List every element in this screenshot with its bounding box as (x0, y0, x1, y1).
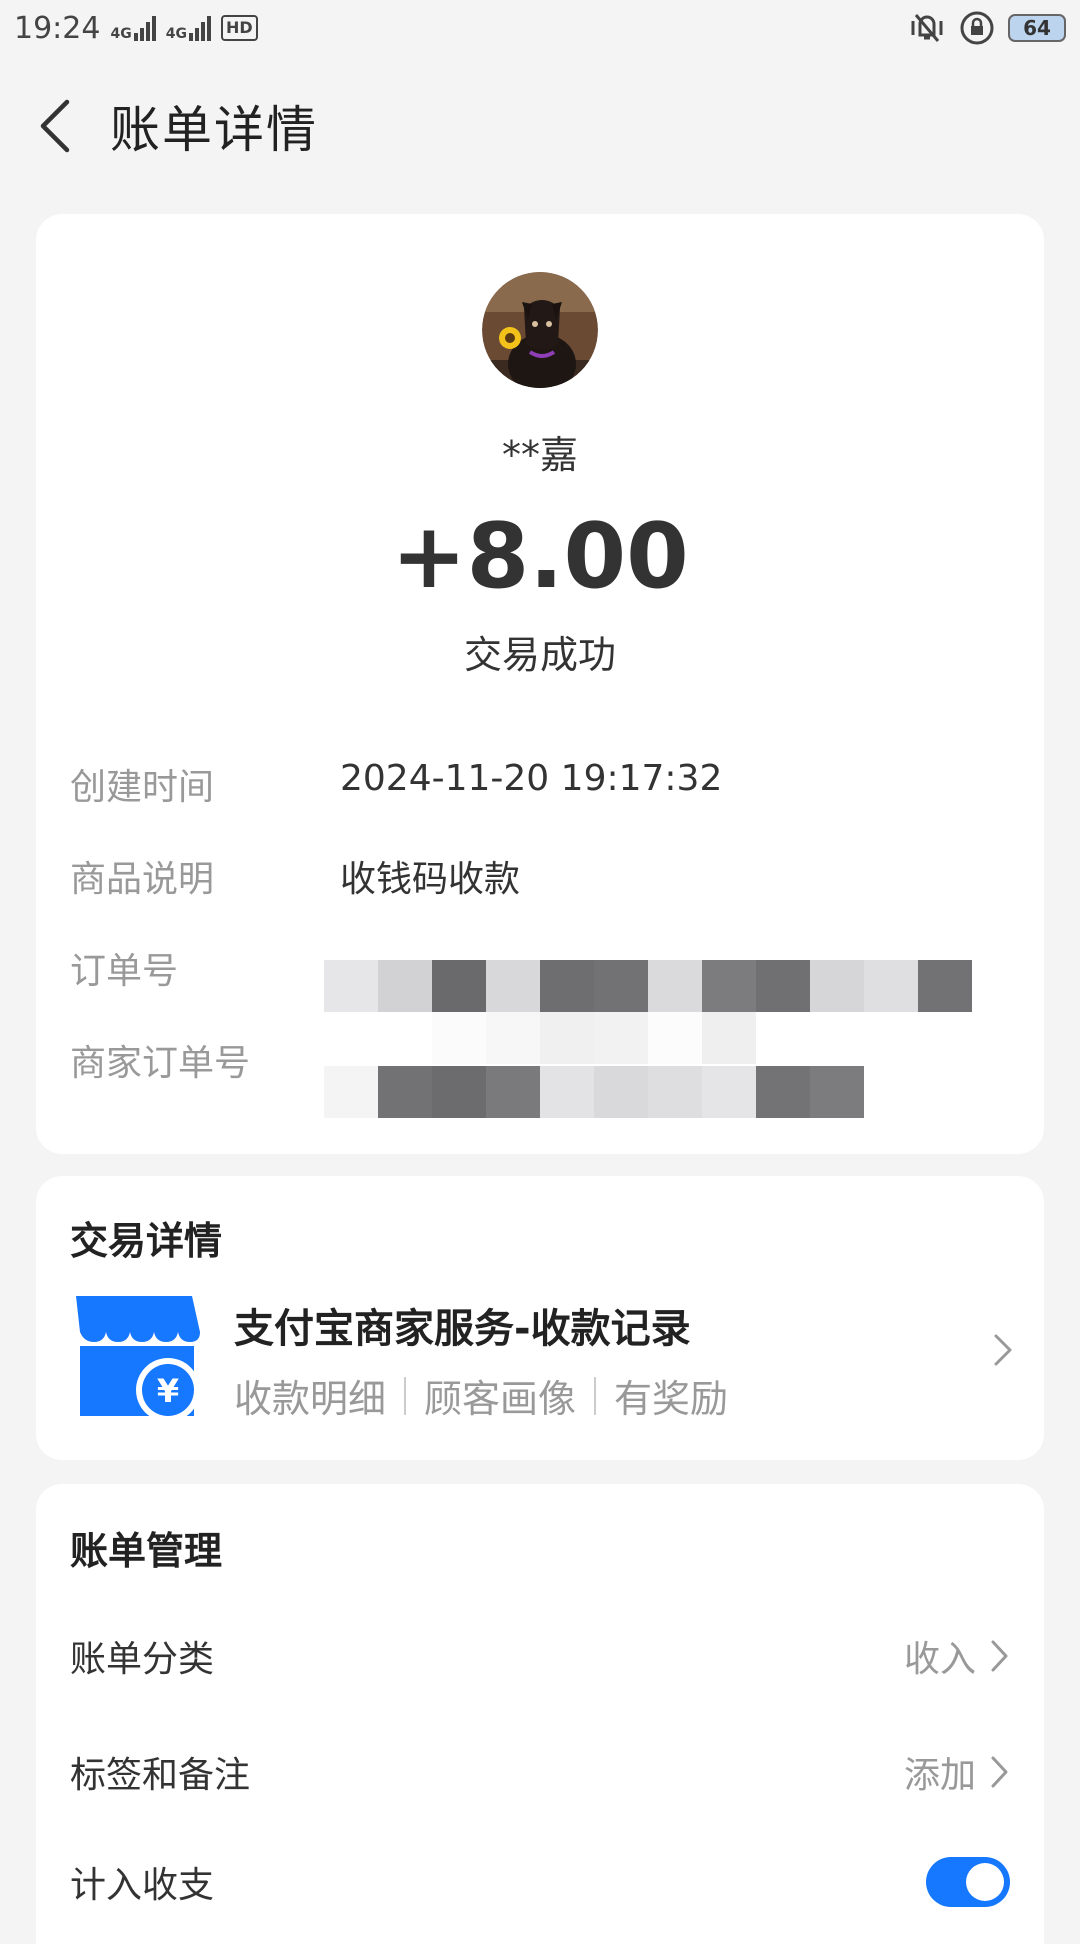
signal-label-1: 4G (110, 26, 132, 42)
trade-details-card: 交易详情 ¥ 支付宝商家服务-收款记录 收款明细 顾客画像 有奖励 (36, 1176, 1044, 1460)
merchant-order-number-label: 商家订单号 (70, 1043, 251, 1084)
created-time-value: 2024-11-20 19:17:32 (340, 758, 723, 799)
tags-notes-label: 标签和备注 (70, 1755, 251, 1796)
status-left: 19:24 4G 4G HD (14, 11, 258, 46)
merchant-service-entry[interactable]: ¥ 支付宝商家服务-收款记录 收款明细 顾客画像 有奖励 (36, 1276, 1044, 1426)
bill-management-card: 账单管理 账单分类 收入 标签和备注 添加 计入收支 (36, 1484, 1044, 1944)
transaction-amount: +8.00 (391, 504, 689, 609)
include-in-stats-toggle[interactable] (926, 1857, 1010, 1907)
link-customer-profile[interactable]: 顾客画像 (424, 1368, 576, 1423)
back-button[interactable] (0, 68, 110, 184)
detail-row-created: 创建时间 2024-11-20 19:17:32 (70, 758, 1030, 818)
signal-label-2: 4G (165, 26, 187, 42)
avatar[interactable] (482, 272, 598, 388)
store-icon: ¥ (68, 1286, 204, 1422)
chevron-right-icon (991, 1640, 1008, 1672)
chevron-right-icon (994, 1334, 1012, 1366)
trade-details-title: 交易详情 (70, 1219, 223, 1263)
order-number-redacted-2 (324, 1012, 756, 1064)
signal-icon: 4G (110, 15, 156, 42)
bill-category-label: 账单分类 (70, 1639, 215, 1680)
signal-icon-2: 4G (166, 15, 211, 41)
status-right: 64 (908, 9, 1066, 47)
created-time-label: 创建时间 (70, 767, 215, 808)
vibrate-icon (908, 9, 946, 47)
status-time: 19:24 (14, 10, 101, 46)
bill-category-value: 收入 (903, 1639, 976, 1680)
goods-description-label: 商品说明 (70, 859, 215, 900)
transaction-status: 交易成功 (463, 633, 616, 677)
tags-notes-value: 添加 (903, 1755, 976, 1796)
payer-name: **嘉 (501, 433, 578, 477)
status-bar: 19:24 4G 4G HD 64 (0, 0, 1080, 56)
link-payment-details[interactable]: 收款明细 (234, 1368, 386, 1423)
divider (404, 1376, 407, 1415)
service-links: 收款明细 顾客画像 有奖励 (234, 1368, 728, 1423)
chevron-right-icon (991, 1756, 1008, 1788)
battery-icon: 64 (1008, 14, 1066, 42)
hd-icon: HD (220, 15, 258, 41)
include-in-stats-row: 计入收支 (70, 1842, 1010, 1922)
bill-category-value-group: 收入 (904, 1630, 1010, 1682)
page-title: 账单详情 (110, 101, 318, 159)
bill-management-title: 账单管理 (70, 1529, 223, 1573)
bill-category-row[interactable]: 账单分类 收入 (70, 1616, 1010, 1696)
nav-bar: 账单详情 (0, 68, 1080, 184)
merchant-order-number-redacted (324, 1066, 864, 1118)
order-number-redacted (324, 960, 972, 1012)
chevron-left-icon (40, 99, 70, 153)
tags-notes-row[interactable]: 标签和备注 添加 (70, 1732, 1010, 1812)
detail-row-goods: 商品说明 收钱码收款 (70, 850, 1030, 910)
link-rewards[interactable]: 有奖励 (614, 1368, 728, 1423)
goods-description-value: 收钱码收款 (340, 859, 521, 900)
service-title: 支付宝商家服务-收款记录 (234, 1306, 691, 1352)
rotation-lock-icon (958, 9, 996, 47)
divider (594, 1376, 597, 1415)
tags-notes-value-group: 添加 (904, 1746, 1010, 1798)
include-in-stats-label: 计入收支 (70, 1865, 215, 1906)
order-number-label: 订单号 (70, 951, 179, 992)
svg-text:¥: ¥ (157, 1372, 179, 1410)
bill-summary-card: **嘉 +8.00 交易成功 创建时间 2024-11-20 19:17:32 … (36, 214, 1044, 1154)
